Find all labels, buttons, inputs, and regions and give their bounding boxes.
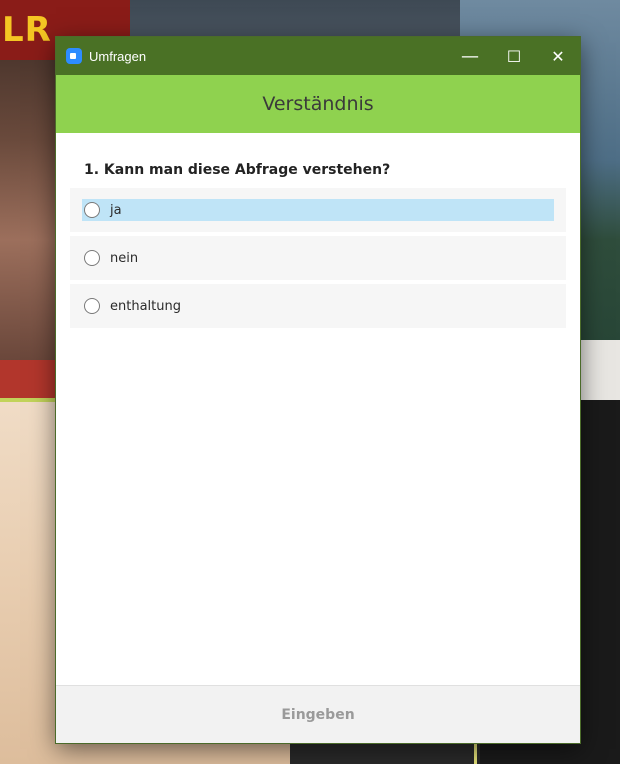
- bg-light-patch: [580, 340, 620, 400]
- option-nein[interactable]: nein: [70, 236, 566, 280]
- close-button[interactable]: ✕: [536, 37, 580, 75]
- option-label: ja: [110, 202, 122, 218]
- window-title: Umfragen: [89, 48, 147, 64]
- minimize-button[interactable]: —: [448, 37, 492, 75]
- poll-content: 1. Kann man diese Abfrage verstehen? ja …: [56, 133, 580, 328]
- radio-unchecked-icon[interactable]: [84, 298, 100, 314]
- poll-window: Umfragen — ☐ ✕ Verständnis 1. Kann man d…: [56, 37, 580, 743]
- radio-unchecked-icon[interactable]: [84, 202, 100, 218]
- poll-footer: Eingeben: [56, 685, 580, 743]
- submit-button[interactable]: Eingeben: [261, 699, 374, 731]
- maximize-button[interactable]: ☐: [492, 37, 536, 75]
- option-label: nein: [110, 250, 139, 266]
- bg-red-strip: [0, 360, 60, 400]
- option-row: enthaltung: [82, 295, 554, 317]
- bg-logo-text: LR: [2, 10, 52, 50]
- option-row: ja: [82, 199, 554, 221]
- option-label: enthaltung: [110, 298, 181, 314]
- zoom-camera-icon: [66, 48, 82, 64]
- option-enthaltung[interactable]: enthaltung: [70, 284, 566, 328]
- question-text: 1. Kann man diese Abfrage verstehen?: [84, 162, 391, 178]
- poll-heading: Verständnis: [56, 75, 580, 133]
- radio-unchecked-icon[interactable]: [84, 250, 100, 266]
- title-bar[interactable]: Umfragen — ☐ ✕: [56, 37, 580, 75]
- option-ja[interactable]: ja: [70, 188, 566, 232]
- option-row: nein: [82, 247, 554, 269]
